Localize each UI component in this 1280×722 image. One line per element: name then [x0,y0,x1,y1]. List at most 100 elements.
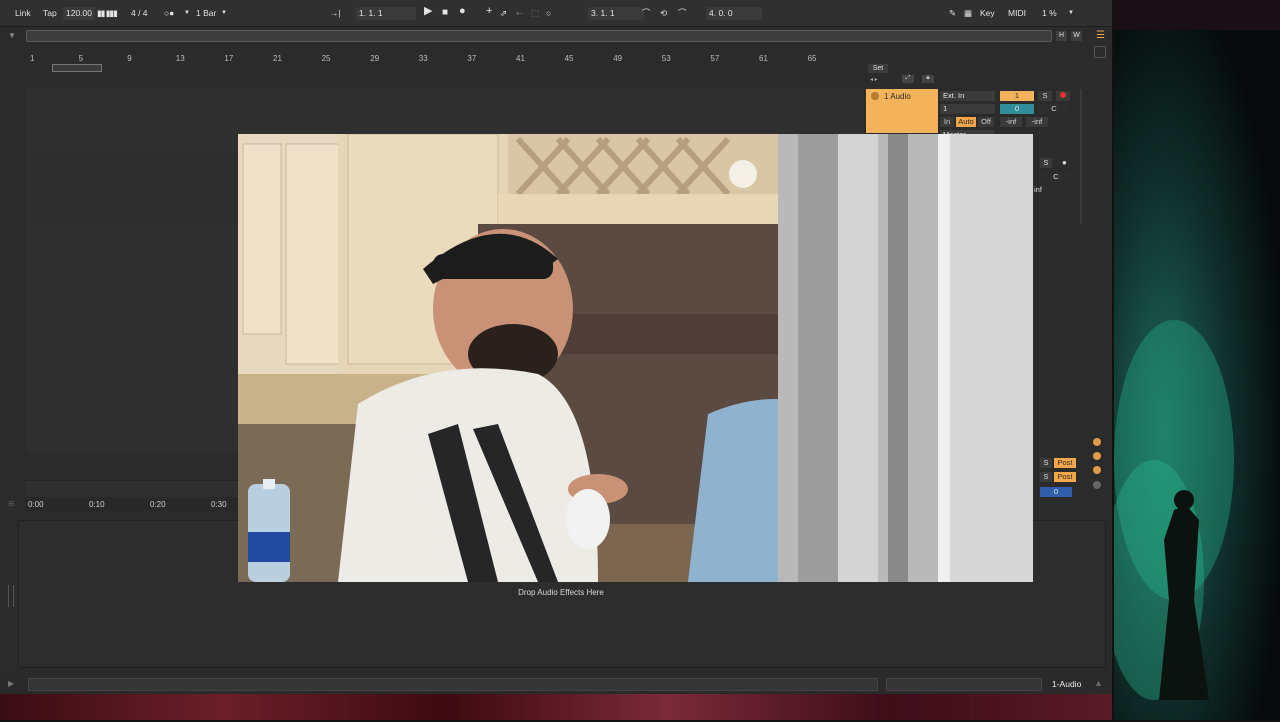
drag-handle[interactable] [8,585,14,607]
play-icon[interactable]: ▶ [8,679,14,688]
menu-icon[interactable]: ☰ [1096,30,1105,41]
ruler-tick-label: 33 [418,54,428,63]
follow-icon[interactable]: →| [330,7,341,20]
reenable-automation-icon[interactable]: ⇠ [516,7,523,20]
drop-effects-hint: Drop Audio Effects Here [518,588,604,597]
ruler-tick-label: 29 [370,54,380,63]
loop-length-field[interactable]: 4. 0. 0 [706,7,762,20]
record-icon[interactable]: ● [459,5,466,18]
kitchen-scene-image [238,134,1033,582]
solo-button[interactable]: S [1038,91,1052,101]
set-label: Set [868,64,888,73]
performer-image [1104,0,1280,700]
session-record-icon[interactable]: ○ [546,7,551,20]
w-button[interactable]: W [1071,31,1082,41]
send-a-solo-button[interactable]: S [1040,458,1052,468]
sends-toggle-icon[interactable] [1093,452,1101,460]
loop-switch-icon[interactable]: ⟲ [660,7,667,20]
input-type-select[interactable]: Ext. In [940,91,995,101]
return-pan-field[interactable]: C [1040,172,1072,182]
automation-arm-icon[interactable]: ⇗ [500,7,507,20]
return-record-icon[interactable]: ● [1062,158,1067,167]
ruler-tick-label: 25 [321,54,331,63]
ruler-tick-label: 21 [273,54,282,63]
return-solo-button[interactable]: S [1040,158,1052,168]
input-channel-select[interactable]: 1 [940,104,995,114]
return-meter: inf [1034,185,1042,194]
tap-tempo-button[interactable]: Tap [43,7,57,20]
monitor-in-button[interactable]: In [940,117,954,127]
overdub-icon[interactable]: + [486,5,492,18]
time-tick-label: 0:20 [150,500,166,509]
meter-left: -inf [1000,117,1022,127]
time-tick-label: 0:00 [28,500,44,509]
meter-right: -inf [1026,117,1048,127]
pan-field[interactable]: C [1038,104,1070,114]
loop-brace[interactable] [52,64,102,72]
resize-icon[interactable]: ⤢ [902,75,914,83]
zoom-icon[interactable]: ⊖ [8,499,15,508]
ruler-tick-label: 5 [78,54,84,63]
capture-icon[interactable]: ⬚ [531,7,539,20]
expand-icon[interactable] [1094,46,1106,58]
fold-icon[interactable] [871,92,879,100]
send-b-post-button[interactable]: Post [1054,472,1076,482]
nav-arrows-icon[interactable]: ◂ ▸ [870,76,878,83]
overview-bar[interactable] [26,30,1052,42]
punch-in-icon[interactable]: ⌒ [642,7,651,20]
quantize-select[interactable]: 1 Bar [196,7,216,20]
ruler-tick-label: 61 [759,54,768,63]
track-activator[interactable]: 1 [1000,91,1034,101]
volume-field[interactable]: 0 [1000,104,1034,114]
tempo-field[interactable]: 120.00 [63,7,95,20]
ruler-tick-label: 1 [30,54,35,63]
monitor-off-button[interactable]: Off [978,117,994,127]
send-a-post-button[interactable]: Post [1054,458,1076,468]
selected-track-label: 1-Audio [1052,679,1082,689]
link-button[interactable]: Link [15,7,31,20]
h-button[interactable]: H [1056,31,1067,41]
cpu-meter: 1 % [1042,8,1057,18]
up-arrow-icon[interactable]: ▲ [1094,678,1103,688]
master-volume-field[interactable]: 0 [1040,487,1072,497]
send-b-solo-button[interactable]: S [1040,472,1052,482]
ruler-tick-label: 65 [807,54,817,63]
play-icon[interactable]: ▶ [424,5,432,18]
ruler-tick-label: 53 [661,54,671,63]
ruler-tick-label: 37 [467,54,477,63]
ruler-tick-label: 41 [516,54,525,63]
record-arm-button[interactable] [1056,91,1070,101]
track-name[interactable]: 1 Audio [884,92,911,101]
stop-icon[interactable]: ■ [442,6,448,19]
mixer-toggle-icon[interactable] [1093,481,1101,489]
control-bar: Link Tap 120.00 ▮▮ ▮▮▮ 4 / 4 ○● ▼ 1 Bar … [0,0,1112,27]
pencil-icon[interactable]: ✎ [949,7,956,20]
punch-out-icon[interactable]: ⌒ [678,7,687,20]
record-icon [1060,92,1066,98]
io-toggle-icon[interactable] [1093,438,1101,446]
arrangement-position-field[interactable]: 1. 1. 1 [356,7,416,20]
status-message-field [28,678,878,691]
metronome-icon[interactable]: ○● [164,7,174,20]
lock-icon[interactable]: 🔒︎ [922,75,934,83]
chevron-down-icon[interactable]: ▼ [221,7,227,20]
track-header-1-audio[interactable]: 1 Audio [866,89,938,133]
nudge-icon[interactable]: ▮▮ ▮▮▮ [97,7,118,20]
beat-ruler[interactable]: 1 5 9 13 17 21 25 29 33 37 41 45 49 53 57 61 65 [26,54,864,66]
concert-stage-photo [1104,0,1280,720]
status-field-2 [886,678,1042,691]
key-map-button[interactable]: Key [980,7,995,20]
ruler-tick-label: 17 [224,54,234,63]
chevron-down-icon[interactable]: ▼ [1068,7,1074,20]
time-signature-field[interactable]: 4 / 4 [131,7,148,20]
chevron-down-icon[interactable]: ▼ [184,7,190,20]
time-ruler: 0:00 0:10 0:20 0:30 [26,497,238,511]
grid-icon[interactable]: ▦ [964,7,972,20]
loop-start-field[interactable]: 3. 1. 1 [588,7,644,20]
midi-map-button[interactable]: MIDI [1008,7,1026,20]
down-arrow-icon[interactable]: ▼ [8,31,16,40]
ruler-tick-label: 9 [127,54,132,63]
mixer-scrollbar[interactable] [1080,89,1082,224]
monitor-auto-button[interactable]: Auto [956,117,976,127]
returns-toggle-icon[interactable] [1093,466,1101,474]
